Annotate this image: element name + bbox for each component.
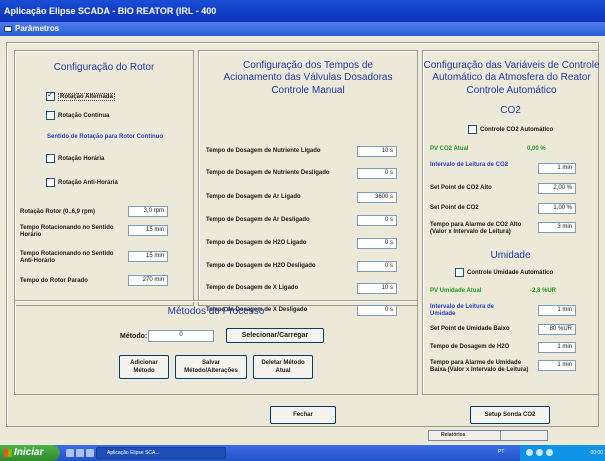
quicklaunch-desktop-icon[interactable] [86, 449, 94, 457]
umidade-auto-checkbox[interactable] [455, 268, 464, 277]
co2-heading: CO2 [500, 105, 521, 116]
valvula-row-label: Tempo de Dosagem de Nutriente Ligado [206, 148, 321, 154]
tray-volume-icon[interactable] [536, 449, 543, 456]
atmosfera-title-3: Controle Automático [466, 85, 557, 96]
umidade-sp-baixo-field[interactable]: 80 %UR [538, 324, 576, 335]
co2-auto-label: Controle CO2 Automático [480, 127, 554, 133]
valvulas-title-1: Configuração dos Tempos de [243, 60, 373, 71]
adicionar-metodo-button[interactable]: Adicionar Método [119, 355, 169, 379]
valvula-row-label: Tempo de Dosagem de H2O Ligado [206, 240, 307, 246]
rotacao-antihoraria-checkbox[interactable] [46, 178, 55, 187]
valvula-row-label: Tempo de Dosagem de H2O Desligado [206, 263, 316, 269]
params-window-bar: Parâmetros [0, 22, 605, 36]
co2-sp-field[interactable]: 1,00 % [538, 203, 576, 214]
pv-co2-value: 0,00 % [527, 146, 546, 152]
rotor-panel [14, 50, 194, 306]
co2-intervalo-field[interactable]: 1 min [538, 163, 576, 174]
tempo-parado-field[interactable]: 270 min [128, 275, 168, 286]
metodos-title: Métodos de Processo [167, 306, 265, 317]
valvula-row-field[interactable]: 0 s [357, 238, 397, 249]
umidade-sp-baixo-label: Set Point de Umidade Baixo [430, 326, 510, 332]
co2-alarme-label: Tempo para Alarme de CO2 Alto (Valor x I… [430, 222, 522, 235]
rotacao-horaria-checkbox[interactable] [46, 154, 55, 163]
params-panel: Configuração do Rotor Rotação Alternada … [0, 36, 605, 431]
atmosfera-title-1: Configuração das Variáveis de Controle [423, 60, 600, 71]
atmosfera-title-2: Automático da Atmosfera do Reator [432, 72, 591, 83]
relatorios-label: Relatórios [441, 432, 466, 438]
umidade-auto-label: Controle Umidade Automático [467, 270, 554, 276]
start-label: Iniciar [14, 447, 44, 458]
valvula-row-field[interactable]: 3600 s [357, 192, 397, 203]
window-icon [4, 25, 12, 32]
tempo-parado-label: Tempo do Rotor Parado [20, 278, 88, 284]
umidade-alarme-label: Tempo para Alarme de Umidade Baixa (Valo… [430, 360, 529, 373]
valvula-row-label: Tempo de Dosagem de X Ligado [206, 285, 299, 291]
pv-umidade-value: -2,8 %UR [530, 288, 557, 294]
co2-sp-alto-label: Set Point de CO2 Alto [430, 185, 492, 191]
language-indicator[interactable]: PT [498, 449, 504, 455]
quicklaunch-explorer-icon[interactable] [76, 449, 84, 457]
rotacao-horaria-label: Rotação Horária [58, 156, 105, 162]
rotacao-continua-label: Rotação Contínua [58, 113, 110, 119]
clock: 00:00 [590, 450, 603, 456]
valvula-row-field[interactable]: 0 s [357, 168, 397, 179]
taskbar: Iniciar Aplicação Elipse SCA... PT 00:00 [0, 445, 605, 461]
deletar-metodo-button[interactable]: Deletar Método Atual [253, 355, 313, 379]
start-button[interactable]: Iniciar [0, 445, 60, 461]
tempo-antihorario-label: Tempo Rotacionando no Sentido Anti-Horár… [20, 251, 114, 264]
rotacao-rotor-label: Rotação Rotor (0..6,9 rpm) [20, 209, 96, 215]
umidade-heading: Umidade [490, 250, 531, 261]
taskbar-task-label: Aplicação Elipse SCA... [107, 450, 160, 456]
valvula-row-field[interactable]: 0 s [357, 215, 397, 226]
rotacao-continua-checkbox[interactable] [46, 111, 55, 120]
rotacao-rotor-field[interactable]: 3,0 rpm [128, 206, 168, 217]
valvula-row-label: Tempo de Dosagem de Ar Desligado [206, 217, 310, 223]
co2-sp-label: Set Point de CO2 [430, 205, 479, 211]
umidade-dosagem-label: Tempo de Dosagem de H2O [430, 344, 510, 350]
rotacao-alternada-label: Rotação Alternada [58, 93, 115, 101]
system-tray: PT 00:00 [498, 445, 605, 461]
window-title: Aplicação Elipse SCADA - BIO REATOR (IRL… [4, 6, 217, 16]
metodo-label: Método: [120, 333, 148, 340]
rotacao-alternada-checkbox[interactable] [46, 90, 55, 101]
quicklaunch-ie-icon[interactable] [66, 449, 74, 457]
valvulas-title-3: Controle Manual [271, 85, 345, 96]
tempo-horario-field[interactable]: 15 min [128, 225, 168, 236]
pv-umidade-label: PV Umidade Atual [430, 288, 482, 294]
fechar-button[interactable]: Fechar [270, 406, 336, 424]
umidade-intervalo-label: Intervalo de Leitura de Umidade [430, 304, 495, 317]
taskbar-task-elipse[interactable]: Aplicação Elipse SCA... [96, 447, 226, 459]
pv-co2-label: PV CO2 Atual [430, 146, 469, 152]
sentido-rotacao-label: Sentido de Rotação para Rotor Contínuo [46, 134, 163, 140]
umidade-dosagem-field[interactable]: 1 min [538, 342, 576, 353]
co2-alarme-field[interactable]: 3 min [538, 222, 576, 233]
window-title-bar: Aplicação Elipse SCADA - BIO REATOR (IRL… [0, 0, 605, 22]
relatorios-divider [500, 431, 501, 440]
co2-sp-alto-field[interactable]: 2,00 % [538, 183, 576, 194]
tray-network-icon[interactable] [526, 449, 533, 456]
salvar-metodo-button[interactable]: Salvar Método/Alterações [175, 355, 247, 379]
windows-logo-icon [4, 449, 12, 457]
co2-intervalo-label: Intervalo de Leitura de CO2 [430, 162, 509, 168]
valvula-row-field[interactable]: 0 s [357, 261, 397, 272]
selecionar-carregar-button[interactable]: Selecionar/Carregar [226, 328, 324, 343]
valvulas-title-2: Acionamento das Válvulas Dosadoras [223, 72, 393, 83]
tray-app-icon[interactable] [546, 449, 553, 456]
valvula-row-label: Tempo de Dosagem de Ar Ligado [206, 194, 301, 200]
setup-sonda-co2-button[interactable]: Setup Sonda CO2 [470, 406, 550, 424]
rotacao-antihoraria-label: Rotação Anti-Horária [58, 180, 118, 186]
tempo-horario-label: Tempo Rotacionando no Sentido Horário [20, 225, 114, 238]
valvula-row-label: Tempo de Dosagem de Nutriente Desligado [206, 170, 330, 176]
valvula-row-field[interactable]: 10 s [357, 283, 397, 294]
umidade-alarme-field[interactable]: 1 min [538, 360, 576, 371]
co2-auto-checkbox[interactable] [468, 125, 477, 134]
relatorios-tab[interactable]: Relatórios [428, 430, 548, 441]
tempo-antihorario-field[interactable]: 15 min [128, 251, 168, 262]
params-title: Parâmetros [15, 24, 60, 33]
valvula-row-field[interactable]: 10 s [357, 146, 397, 157]
rotor-title: Configuração do Rotor [53, 62, 155, 73]
umidade-intervalo-field[interactable]: 1 min [538, 305, 576, 316]
metodo-field[interactable]: 0 [148, 330, 214, 342]
